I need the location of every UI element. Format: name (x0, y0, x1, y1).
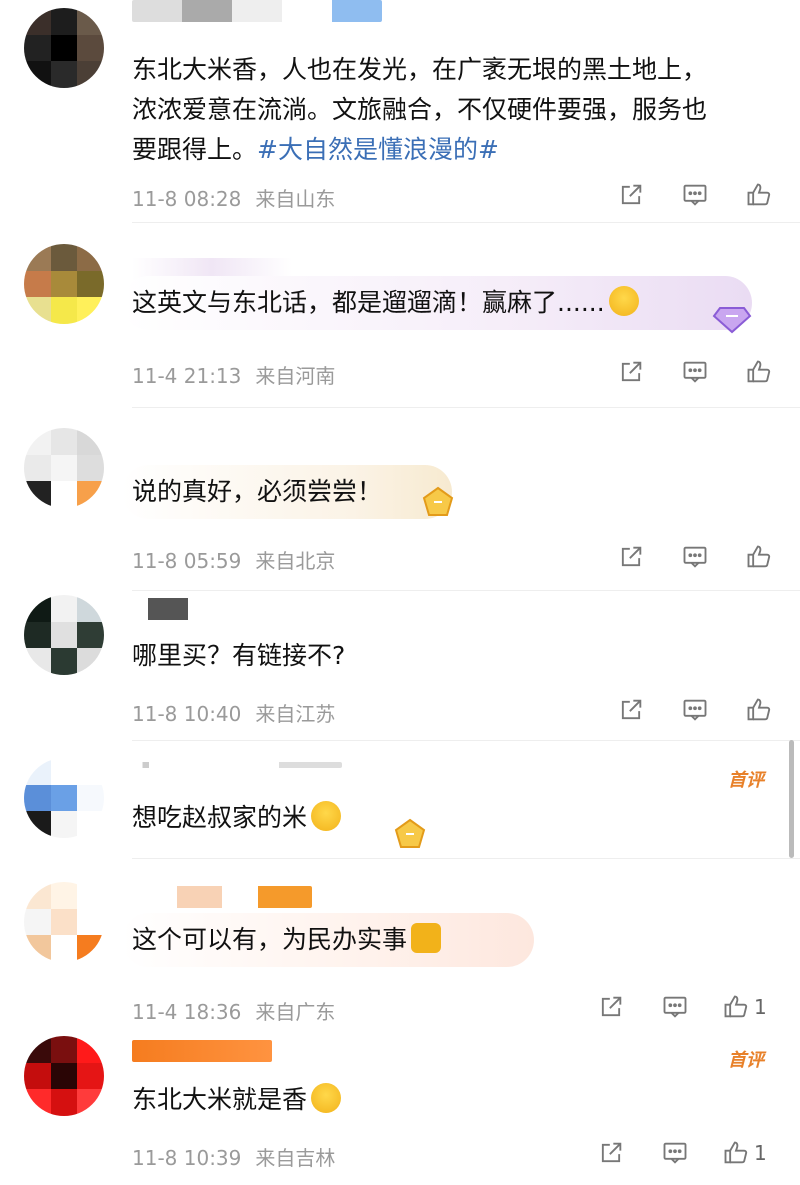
comment-icon[interactable] (678, 542, 712, 572)
comment-time: 11-4 18:36 (132, 1000, 242, 1024)
share-icon[interactable] (594, 992, 628, 1022)
username[interactable] (132, 886, 312, 908)
comment-location: 来自吉林 (255, 1146, 336, 1170)
avatar[interactable] (24, 595, 104, 675)
username[interactable] (132, 762, 342, 768)
comment-meta: 11-4 18:36 来自广东 (132, 996, 335, 1025)
username[interactable] (132, 1040, 272, 1062)
comment-icon[interactable] (658, 992, 692, 1022)
comment-meta: 11-8 08:28 来自山东 (132, 183, 335, 212)
comment-text: 想吃赵叔家的米 (132, 798, 342, 838)
comment-location: 来自山东 (255, 187, 336, 211)
comment-time: 11-8 10:39 (132, 1146, 242, 1170)
avatar[interactable] (24, 758, 104, 838)
scrollbar[interactable] (789, 740, 794, 858)
comment-icon[interactable] (678, 695, 712, 725)
comment-text: 东北大米就是香 (132, 1080, 342, 1120)
like-icon[interactable] (742, 357, 776, 387)
comment-meta: 11-8 10:40 来自江苏 (132, 698, 335, 727)
comment-icon[interactable] (678, 357, 712, 387)
gold-medal-icon (422, 486, 454, 516)
comment-location: 来自广东 (255, 1000, 336, 1024)
share-icon[interactable] (614, 695, 648, 725)
comment-icon[interactable] (678, 180, 712, 210)
comment-text: 说的真好，必须尝尝！ (132, 477, 383, 506)
diamond-medal-icon (712, 307, 752, 334)
avatar[interactable] (24, 882, 104, 962)
comment-location: 来自北京 (255, 549, 336, 573)
comment-text: 这英文与东北话，都是遛遛滴！赢麻了...... (132, 283, 639, 323)
first-comment-badge: 首评 (728, 770, 764, 791)
like-icon[interactable] (742, 542, 776, 572)
comment-location: 来自江苏 (255, 702, 336, 726)
like-icon[interactable]: 1 (722, 1138, 767, 1168)
comment-meta: 11-4 21:13 来自河南 (132, 360, 335, 389)
username[interactable] (132, 598, 212, 620)
like-icon[interactable] (742, 180, 776, 210)
share-icon[interactable] (614, 542, 648, 572)
comment-time: 11-8 08:28 (132, 187, 242, 211)
avatar[interactable] (24, 428, 104, 508)
comment-text: 这个可以有，为民办实事 (132, 920, 442, 960)
comment-icon[interactable] (658, 1138, 692, 1168)
grin-emoji (608, 286, 639, 316)
hashtag-link[interactable]: #大自然是懂浪漫的# (257, 135, 499, 164)
comment-location: 来自河南 (255, 364, 336, 388)
comment-text: 东北大米香，人也在发光，在广袤无垠的黑土地上， 浓浓爱意在流淌。文旅融合，不仅硬… (132, 55, 708, 164)
like-icon[interactable]: 1 (722, 992, 767, 1022)
comment-text: 哪里买？有链接不? (132, 641, 346, 670)
comment-time: 11-8 10:40 (132, 702, 242, 726)
avatar[interactable] (24, 244, 104, 324)
share-icon[interactable] (614, 180, 648, 210)
share-icon[interactable] (614, 357, 648, 387)
like-icon[interactable] (742, 695, 776, 725)
thumbs-up-emoji (411, 923, 442, 953)
comment-meta: 11-8 05:59 来自北京 (132, 545, 335, 574)
like-count: 1 (754, 1141, 767, 1165)
avatar[interactable] (24, 8, 104, 88)
comment-time: 11-4 21:13 (132, 364, 242, 388)
avatar[interactable] (24, 1036, 104, 1116)
like-count: 1 (754, 995, 767, 1019)
username[interactable] (132, 0, 382, 22)
comment-meta: 11-8 10:39 来自吉林 (132, 1142, 335, 1171)
first-comment-badge: 首评 (728, 1050, 764, 1071)
yum-emoji (311, 801, 342, 831)
gold-medal-icon (394, 818, 426, 848)
comment-time: 11-8 05:59 (132, 549, 242, 573)
heart-eyes-emoji (311, 1083, 342, 1113)
share-icon[interactable] (594, 1138, 628, 1168)
